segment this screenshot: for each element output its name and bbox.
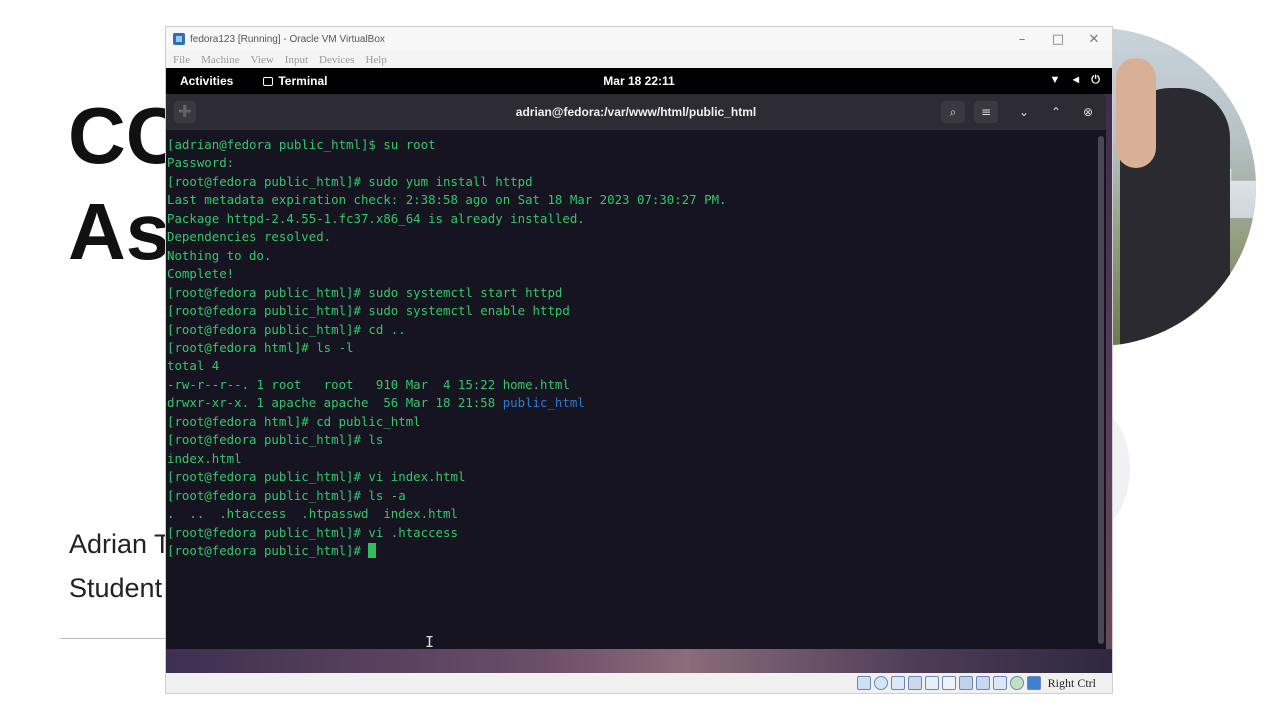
terminal-history: [adrian@fedora public_html]$ su root Pas… <box>167 137 727 411</box>
usb-icon[interactable] <box>924 676 939 690</box>
slide-author: Adrian T Student <box>69 522 171 610</box>
mouse-integration-icon[interactable] <box>1009 676 1024 690</box>
terminal-history-cont: [root@fedora html]# cd public_html [root… <box>167 413 466 540</box>
terminal-window: ➕ adrian@fedora:/var/www/html/public_htm… <box>166 94 1106 649</box>
network-icon: ▼ <box>1049 74 1061 86</box>
mouse-ibeam-icon: I <box>425 633 435 649</box>
close-icon[interactable]: ✕ <box>1076 32 1112 47</box>
terminal-title: adrian@fedora:/var/www/html/public_html <box>515 105 757 119</box>
vbox-statusbar: Right Ctrl <box>166 673 1112 693</box>
network-adapter-icon[interactable] <box>907 676 922 690</box>
desktop-wallpaper <box>166 649 1112 674</box>
host-key-label: Right Ctrl <box>1047 675 1096 690</box>
recording-icon[interactable] <box>975 676 990 690</box>
minimize-icon[interactable]: – <box>1004 32 1040 47</box>
menu-devices[interactable]: Devices <box>319 54 354 66</box>
volume-icon: ◄ <box>1070 74 1082 86</box>
guest-screen[interactable]: Activities Terminal Mar 18 22:11 ▼ ◄ ⏻ ➕… <box>166 68 1112 674</box>
terminal-output[interactable]: [adrian@fedora public_html]$ su root Pas… <box>167 136 727 560</box>
terminal-prompt: [root@fedora public_html]# <box>167 542 369 558</box>
menu-input[interactable]: Input <box>285 54 308 66</box>
display-icon[interactable] <box>958 676 973 690</box>
gnome-top-bar: Activities Terminal Mar 18 22:11 ▼ ◄ ⏻ <box>166 68 1112 94</box>
vbox-menubar: File Machine View Input Devices Help <box>166 51 1112 68</box>
slide-divider <box>60 638 180 639</box>
terminal-scrollbar[interactable] <box>1098 136 1104 644</box>
maximize-icon[interactable]: □ <box>1040 32 1076 47</box>
webcam-face <box>1116 58 1156 168</box>
slide-author-line2: Student <box>69 573 163 603</box>
vbox-titlebar: fedora123 [Running] - Oracle VM VirtualB… <box>166 27 1112 51</box>
slide-author-line1: Adrian T <box>69 529 171 559</box>
virtualbox-window: fedora123 [Running] - Oracle VM VirtualB… <box>165 26 1113 694</box>
keyboard-capture-icon[interactable] <box>1026 676 1041 690</box>
power-icon: ⏻ <box>1091 74 1100 86</box>
chevron-down-icon[interactable]: ⌄ <box>1012 101 1036 123</box>
clock[interactable]: Mar 18 22:11 <box>166 74 1112 88</box>
virtualbox-icon <box>173 33 185 45</box>
search-icon[interactable]: ⌕ <box>941 101 965 123</box>
directory-entry: public_html <box>502 395 585 411</box>
menu-help[interactable]: Help <box>365 54 386 66</box>
shared-folder-icon[interactable] <box>941 676 956 690</box>
text-cursor <box>368 542 377 558</box>
hdd-icon[interactable] <box>856 676 871 690</box>
hamburger-menu-icon[interactable]: ≡ <box>974 101 998 123</box>
vbox-window-title: fedora123 [Running] - Oracle VM VirtualB… <box>190 33 385 45</box>
chevron-up-icon[interactable]: ⌃ <box>1044 101 1068 123</box>
system-tray[interactable]: ▼ ◄ ⏻ <box>1050 74 1100 87</box>
terminal-headerbar: ➕ adrian@fedora:/var/www/html/public_htm… <box>166 94 1106 130</box>
cpu-icon[interactable] <box>992 676 1007 690</box>
menu-view[interactable]: View <box>251 54 274 66</box>
audio-icon[interactable] <box>890 676 905 690</box>
close-icon[interactable]: ⊗ <box>1076 101 1100 123</box>
optical-drive-icon[interactable] <box>873 676 888 690</box>
menu-file[interactable]: File <box>173 54 190 66</box>
menu-machine[interactable]: Machine <box>201 54 239 66</box>
